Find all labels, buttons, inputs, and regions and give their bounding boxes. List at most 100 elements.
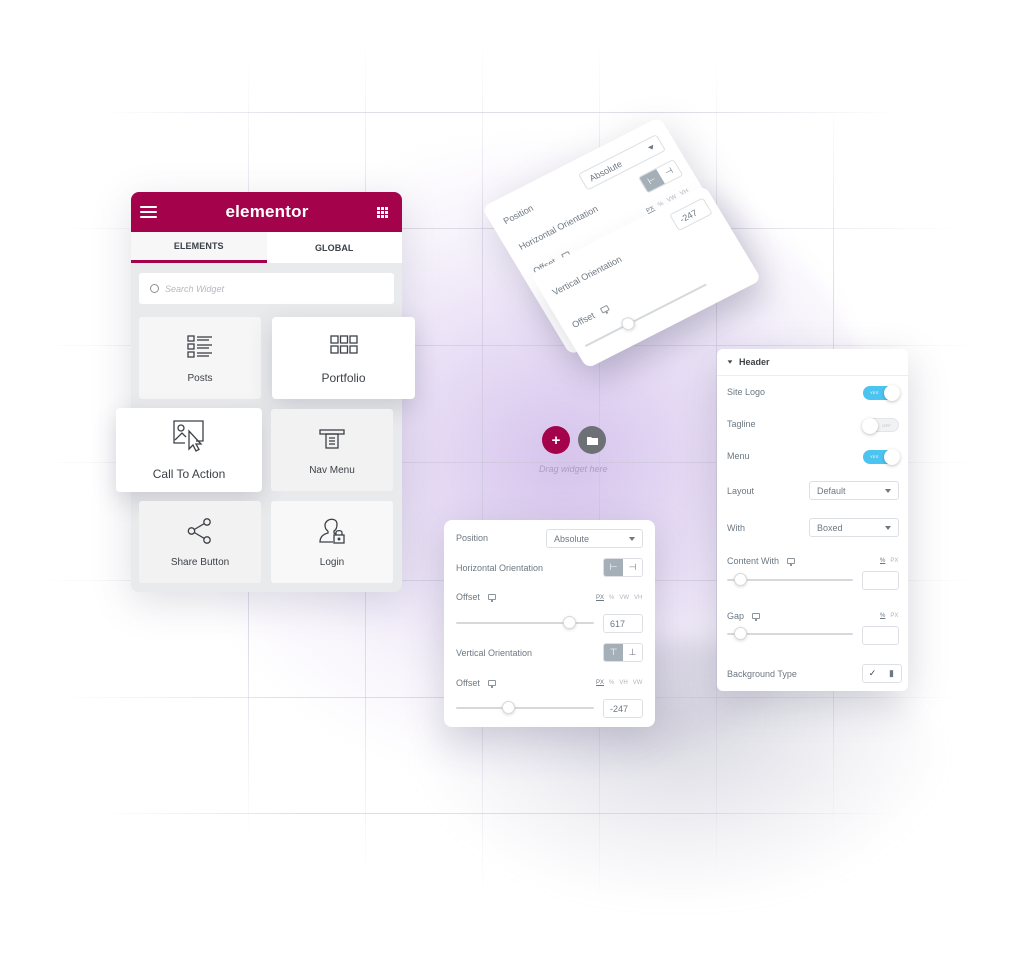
menu-toggle[interactable]: YES: [863, 449, 900, 465]
position-label: Position: [456, 533, 489, 543]
unit-vw[interactable]: VW: [619, 595, 629, 601]
share-icon: [187, 517, 213, 545]
toggle-knob: [862, 418, 878, 434]
widget-label: Posts: [187, 372, 213, 384]
content-width-label: Content With: [727, 556, 780, 566]
monitor-icon: [599, 304, 610, 314]
header-section-toggle[interactable]: Header: [717, 349, 908, 376]
tagline-toggle[interactable]: OFF: [862, 418, 899, 434]
search-widget-input[interactable]: [165, 283, 365, 294]
chevron-down-icon: [885, 488, 891, 493]
add-section-button[interactable]: +: [542, 426, 570, 454]
monitor-icon: [752, 613, 761, 621]
h-offset-input[interactable]: 617: [603, 614, 643, 633]
grid-line: [482, 40, 483, 900]
position-select[interactable]: Absolute: [546, 529, 643, 548]
call-to-action-icon: [172, 419, 206, 453]
widget-nav-menu[interactable]: Nav Menu: [271, 409, 393, 491]
toggle-text: OFF: [882, 423, 891, 428]
unit-px[interactable]: PX: [596, 680, 604, 686]
vertical-orientation-label: Vertical Orientation: [550, 254, 624, 298]
widget-share-button[interactable]: Share Button: [139, 501, 261, 583]
horizontal-orientation-label: Horizontal Orientation: [456, 563, 544, 573]
unit-selector[interactable]: PX% VW VH: [596, 595, 642, 601]
width-select[interactable]: Boxed: [809, 518, 899, 537]
right-align-icon[interactable]: ⊣: [623, 559, 642, 576]
chevron-down-icon: [629, 536, 635, 541]
hamburger-icon[interactable]: [140, 206, 157, 218]
h-offset-slider-thumb[interactable]: [562, 616, 576, 629]
widget-label: Share Button: [170, 556, 230, 568]
background-type-toggle: ✓ ▮: [862, 664, 902, 683]
plus-icon: +: [551, 431, 561, 449]
panel-header: elementor: [131, 192, 402, 232]
left-align-icon[interactable]: ⊢: [604, 559, 623, 576]
header-settings-panel: Header Site Logo YES Tagline OFF Menu YE…: [717, 349, 908, 691]
position-select-value: Absolute: [554, 533, 590, 544]
toggle-knob: [884, 385, 900, 401]
posts-list-icon: [187, 333, 213, 361]
gradient-icon[interactable]: ▮: [882, 665, 901, 682]
unit-percent[interactable]: %: [609, 680, 614, 686]
width-label: With: [727, 523, 745, 533]
grid-line: [100, 112, 900, 113]
chevron-down-icon: [647, 144, 656, 151]
widget-label: Call To Action: [152, 467, 226, 481]
unit-percent[interactable]: %: [880, 613, 885, 619]
tagline-label: Tagline: [727, 419, 756, 429]
v-offset-slider-thumb[interactable]: [501, 701, 515, 714]
background-type-label: Background Type: [727, 669, 797, 679]
folder-icon: [586, 436, 598, 445]
caret-down-icon: [727, 360, 733, 364]
unit-selector[interactable]: % PX: [880, 613, 898, 619]
layout-select-value: Default: [817, 485, 846, 496]
tab-elements[interactable]: ELEMENTS: [131, 232, 267, 263]
widget-label: Portfolio: [321, 371, 366, 385]
layout-select[interactable]: Default: [809, 481, 899, 500]
v-offset-slider[interactable]: [456, 707, 594, 709]
gap-label: Gap: [727, 611, 745, 621]
brush-icon[interactable]: ✓: [863, 665, 882, 682]
widget-call-to-action[interactable]: Call To Action: [116, 408, 262, 492]
content-width-input[interactable]: [862, 571, 899, 590]
nav-menu-icon: [319, 425, 345, 453]
position-panel: Position Absolute Horizontal Orientation…: [444, 520, 655, 727]
content-width-slider-thumb[interactable]: [734, 573, 747, 586]
tab-global[interactable]: GLOBAL: [267, 232, 403, 263]
unit-vh[interactable]: VH: [619, 680, 627, 686]
top-align-icon[interactable]: ⊤: [604, 644, 623, 661]
section-title: Header: [739, 357, 770, 367]
offset-label: Offset: [570, 310, 597, 330]
unit-vh[interactable]: VH: [634, 595, 642, 601]
widget-portfolio[interactable]: Portfolio: [272, 317, 415, 399]
grid-icon[interactable]: [377, 206, 388, 218]
widget-login[interactable]: Login: [271, 501, 393, 583]
v-offset-input[interactable]: -247: [669, 197, 713, 232]
unit-percent[interactable]: %: [609, 595, 614, 601]
login-user-lock-icon: [318, 517, 346, 545]
gap-input[interactable]: [862, 626, 899, 645]
horizontal-orientation-toggle: ⊢ ⊣: [603, 558, 643, 577]
add-template-button[interactable]: [578, 426, 606, 454]
unit-selector[interactable]: PX% VH VW: [596, 680, 642, 686]
unit-px[interactable]: PX: [890, 613, 898, 619]
widget-posts[interactable]: Posts: [139, 317, 261, 399]
unit-px[interactable]: PX: [890, 558, 898, 564]
v-offset-input[interactable]: -247: [603, 699, 643, 718]
widget-label: Nav Menu: [309, 464, 355, 476]
unit-px[interactable]: PX: [596, 595, 604, 601]
unit-percent[interactable]: %: [880, 558, 885, 564]
position-label: Position: [501, 202, 536, 227]
monitor-icon: [487, 594, 496, 602]
unit-selector[interactable]: % PX: [880, 558, 898, 564]
elementor-logo: elementor: [225, 202, 309, 221]
offset-label: Offset: [456, 678, 480, 688]
panel-tabs: ELEMENTS GLOBAL: [131, 232, 402, 263]
site-logo-toggle[interactable]: YES: [863, 385, 900, 401]
bottom-align-icon[interactable]: ⊥: [623, 644, 642, 661]
v-offset-slider-thumb[interactable]: [618, 315, 638, 333]
monitor-icon: [787, 558, 796, 566]
vertical-orientation-label: Vertical Orientation: [456, 648, 533, 658]
gap-slider-thumb[interactable]: [734, 627, 747, 640]
unit-vw[interactable]: VW: [633, 680, 643, 686]
